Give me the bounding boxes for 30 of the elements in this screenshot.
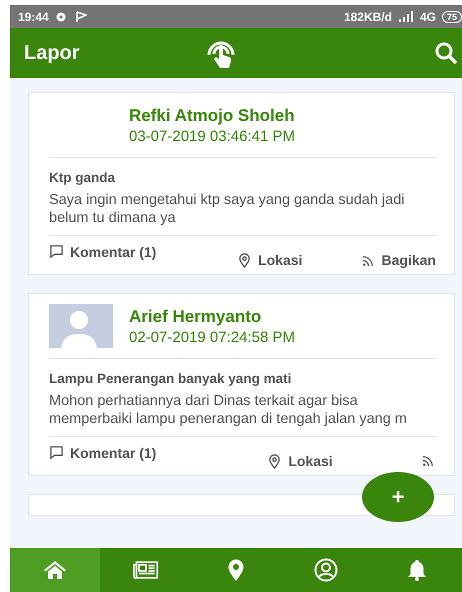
post-title: Lampu Penerangan banyak yang mati (49, 371, 292, 386)
user-circle-icon (313, 558, 340, 582)
post-date: 03-07-2019 03:46:41 PM (129, 128, 295, 144)
clock: 19:44 (18, 10, 49, 24)
app-title: Lapor (24, 42, 81, 64)
location-button[interactable]: Lokasi (237, 252, 302, 268)
location-pin-icon (267, 454, 282, 468)
post-title: Ktp ganda (49, 170, 116, 185)
nav-tab[interactable] (10, 548, 100, 592)
rss-icon (420, 453, 436, 468)
search-icon[interactable] (434, 41, 458, 65)
comment-button[interactable]: Komentar (1) (49, 244, 179, 260)
comment-button[interactable]: Komentar (1) (49, 445, 179, 461)
author-name: Refki Atmojo Sholeh (129, 106, 295, 126)
post-date: 02-07-2019 07:24:58 PM (129, 328, 295, 346)
flag-icon (74, 10, 87, 22)
post-body: Saya ingin mengetahui ktp saya yang ganda sudah jadi belum tu dimana ya (49, 191, 436, 236)
share-button[interactable]: Bagikan (360, 252, 436, 268)
location-button[interactable]: Lokasi (267, 453, 333, 469)
comment-icon (49, 244, 64, 259)
network-speed: 182KB/d (344, 10, 392, 24)
home-icon (42, 558, 68, 582)
comment-icon (49, 445, 64, 460)
network-type: 4G (420, 10, 436, 24)
signal-icon (398, 11, 414, 22)
post-body: Mohon perhatiannya dari Dinas terkait agar bisa memperbaiki lampu penerangan di tengah jalan yang m (49, 392, 436, 437)
add-button[interactable]: + (362, 472, 434, 522)
author-name: Arief Hermyanto (129, 306, 262, 326)
location-pin-icon (237, 252, 252, 268)
battery-indicator: 75 (442, 10, 462, 22)
